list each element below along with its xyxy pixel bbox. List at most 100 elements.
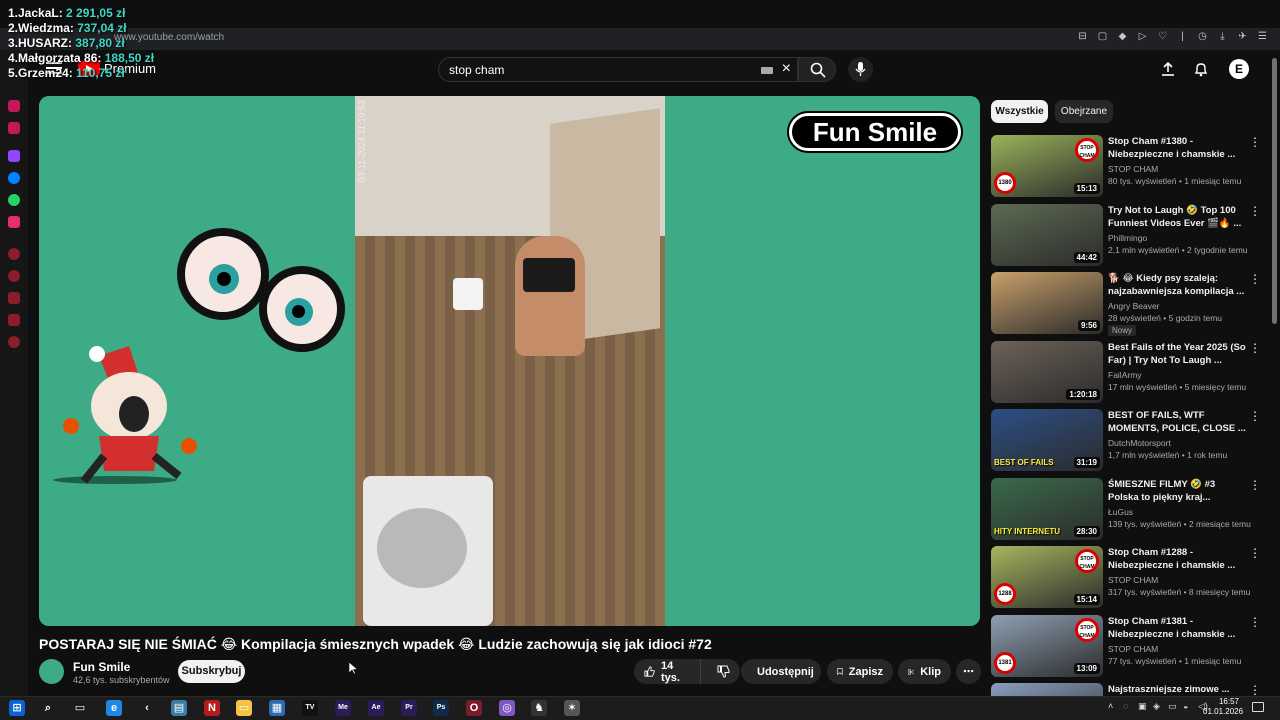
recommendation-title[interactable]: Najstraszniejsze zimowe ... (1108, 683, 1246, 696)
more-vertical-icon[interactable]: ⋮ (1249, 616, 1261, 628)
recommendation-thumbnail[interactable]: 1:20:18 (991, 340, 1103, 403)
recommendation-channel[interactable]: STOP CHAM (1108, 575, 1158, 585)
taskbar-explorer-icon[interactable]: ▭ (236, 700, 252, 716)
taskbar-Pr-icon[interactable]: Pr (401, 700, 417, 716)
save-button[interactable]: Zapisz (827, 659, 893, 684)
taskbar-task-view-icon[interactable]: ▭ (72, 700, 88, 716)
close-icon[interactable]: × (782, 60, 791, 78)
channel-name[interactable]: Fun Smile (73, 660, 130, 674)
recommendation-thumbnail[interactable]: 9:56 (991, 272, 1103, 334)
recommendation-channel[interactable]: STOP CHAM (1108, 644, 1158, 654)
recommendation-title[interactable]: Stop Cham #1381 - Niebezpieczne i chamsk… (1108, 615, 1246, 641)
recommendation-item[interactable]: STOP CHAM 1288 15:14 Stop Cham #1288 - Nieb… (991, 546, 1261, 608)
network-icon[interactable]: ◒ (1183, 701, 1193, 711)
more-vertical-icon[interactable]: ⋮ (1249, 479, 1261, 491)
recommendation-channel[interactable]: ŁuGus (1108, 507, 1133, 517)
account-avatar[interactable]: E (1229, 59, 1249, 79)
more-actions-button[interactable]: ⋯ (956, 659, 981, 684)
twitch-icon[interactable] (8, 150, 20, 162)
app-tray-icon[interactable]: ◈ (1153, 701, 1163, 711)
recommendation-thumbnail[interactable]: STOP CHAM 1288 15:14 (991, 546, 1103, 608)
tab-icon[interactable]: ▢ (1097, 31, 1108, 42)
download-icon[interactable] (8, 292, 20, 304)
recommendation-thumbnail[interactable]: HITY INTERNETU 28:30 (991, 477, 1103, 540)
taskbar-Ae-icon[interactable]: Ae (368, 700, 384, 716)
voice-search-button[interactable] (848, 57, 873, 82)
recommendation-item[interactable]: 44:42 Try Not to Laugh 🤣 Top 100 Funniest… (991, 203, 1261, 266)
shield-icon[interactable]: ◆ (1117, 31, 1128, 42)
more-vertical-icon[interactable]: ⋮ (1249, 136, 1261, 148)
recommendation-item[interactable]: 1:20:18 Best Fails of the Year 2025 (So F… (991, 340, 1261, 403)
app-icon[interactable] (8, 122, 20, 134)
recommendation-title[interactable]: Stop Cham #1380 - Niebezpieczne i chamsk… (1108, 135, 1246, 161)
recommendation-channel[interactable]: Phillmingo (1108, 233, 1147, 243)
recommendation-channel[interactable]: STOP CHAM (1108, 164, 1158, 174)
messenger-icon[interactable] (8, 172, 20, 184)
channel-avatar[interactable] (39, 659, 64, 684)
taskbar-store-box-icon[interactable]: ▤ (171, 700, 187, 716)
taskbar-messenger-icon[interactable]: ◎ (499, 700, 515, 716)
recommendation-thumbnail[interactable]: STOP CHAM 1380 15:13 (991, 135, 1103, 197)
recommendation-title[interactable]: Best Fails of the Year 2025 (So Far) | T… (1108, 341, 1246, 367)
clip-button[interactable]: Klip (898, 659, 951, 684)
taskbar-edge-icon[interactable]: e (106, 700, 122, 716)
more-vertical-icon[interactable]: ⋮ (1249, 410, 1261, 422)
recommendation-item[interactable]: STOP CHAM 1380 15:13 Stop Cham #1380 - Nieb… (991, 135, 1261, 197)
battery-icon[interactable]: ▭ (1168, 701, 1178, 711)
ai-icon[interactable]: ✈ (1237, 31, 1248, 42)
instagram-icon[interactable] (8, 216, 20, 228)
recommendation-thumbnail[interactable]: STOP CHAM 1381 13:09 (991, 614, 1103, 677)
taskbar-tradingview-icon[interactable]: TV (302, 700, 318, 716)
heart-icon[interactable]: ♡ (1157, 31, 1168, 42)
clock-icon[interactable] (8, 270, 20, 282)
more-vertical-icon[interactable]: ⋮ (1249, 684, 1261, 696)
search-input[interactable]: stop cham (449, 63, 504, 77)
taskbar-start-icon[interactable]: ⊞ (9, 700, 25, 716)
upload-icon[interactable] (1160, 61, 1176, 77)
notifications-bell-icon[interactable] (1193, 61, 1209, 77)
recommendation-title[interactable]: ŚMIESZNE FILMY 🤣 #3 Polska to piękny kra… (1108, 478, 1246, 504)
more-vertical-icon[interactable]: ⋮ (1249, 205, 1261, 217)
history-icon[interactable]: ◷ (1197, 31, 1208, 42)
chip-watched[interactable]: Obejrzane (1055, 100, 1113, 123)
recommendation-thumbnail[interactable]: 44:42 (991, 203, 1103, 266)
taskbar-Me-icon[interactable]: Me (335, 700, 351, 716)
bookmark-icon[interactable]: ⊟ (1077, 31, 1088, 42)
recommendation-item[interactable]: BEST OF FAILS 31:19 BEST OF FAILS, WTF MOM… (991, 409, 1261, 471)
search-box[interactable]: stop cham × (438, 57, 798, 82)
app-tray-icon[interactable]: ◌ (1123, 701, 1133, 711)
system-clock[interactable]: 16:57 01.01.2026 (1203, 697, 1243, 717)
recommendation-item[interactable]: STOP CHAM 1381 13:09 Stop Cham #1381 - Nieb… (991, 614, 1261, 677)
taskbar-wolf-icon[interactable]: ✶ (564, 700, 580, 716)
whatsapp-icon[interactable] (8, 194, 20, 206)
chip-all[interactable]: Wszystkie (991, 100, 1048, 123)
notification-center-icon[interactable] (1252, 702, 1264, 712)
taskbar-chess-icon[interactable]: ♞ (531, 700, 547, 716)
dislike-button[interactable] (707, 659, 740, 684)
subscribe-button[interactable]: Subskrybuj (178, 660, 245, 683)
settings-icon[interactable] (8, 336, 20, 348)
download-icon[interactable]: ⤓ (1217, 31, 1228, 42)
menu-lines-icon[interactable]: ☰ (1257, 31, 1268, 42)
share-button[interactable]: Udostępnij (741, 659, 821, 684)
taskbar-ms-store-icon[interactable]: ▦ (269, 700, 285, 716)
add-icon[interactable] (8, 248, 20, 260)
play-icon[interactable]: ▷ (1137, 31, 1148, 42)
recommendation-channel[interactable]: FailArmy (1108, 370, 1142, 380)
more-vertical-icon[interactable]: ⋮ (1249, 342, 1261, 354)
keyboard-icon[interactable] (761, 67, 773, 74)
more-vertical-icon[interactable]: ⋮ (1249, 547, 1261, 559)
taskbar-opera-icon[interactable]: O (466, 700, 482, 716)
search-button[interactable] (798, 57, 836, 82)
extension-icon[interactable] (8, 314, 20, 326)
recommendation-item[interactable]: HITY INTERNETU 28:30 ŚMIESZNE FILMY 🤣 #3 P… (991, 477, 1261, 540)
taskbar-search-icon[interactable]: ⌕ (40, 700, 56, 716)
recommendation-thumbnail[interactable]: BEST OF FAILS 31:19 (991, 409, 1103, 471)
instagram-icon[interactable] (8, 100, 20, 112)
recommendation-item[interactable]: 9:56 🐕 😂 Kiedy psy szaleją: najzabawniejs… (991, 272, 1261, 336)
taskbar-netflix-icon[interactable]: N (204, 700, 220, 716)
app-tray-icon[interactable]: ▣ (1138, 701, 1148, 711)
recommendation-channel[interactable]: DutchMotorsport (1108, 438, 1171, 448)
taskbar-back-icon[interactable]: ‹ (139, 700, 155, 716)
taskbar-Ps-icon[interactable]: Ps (433, 700, 449, 716)
